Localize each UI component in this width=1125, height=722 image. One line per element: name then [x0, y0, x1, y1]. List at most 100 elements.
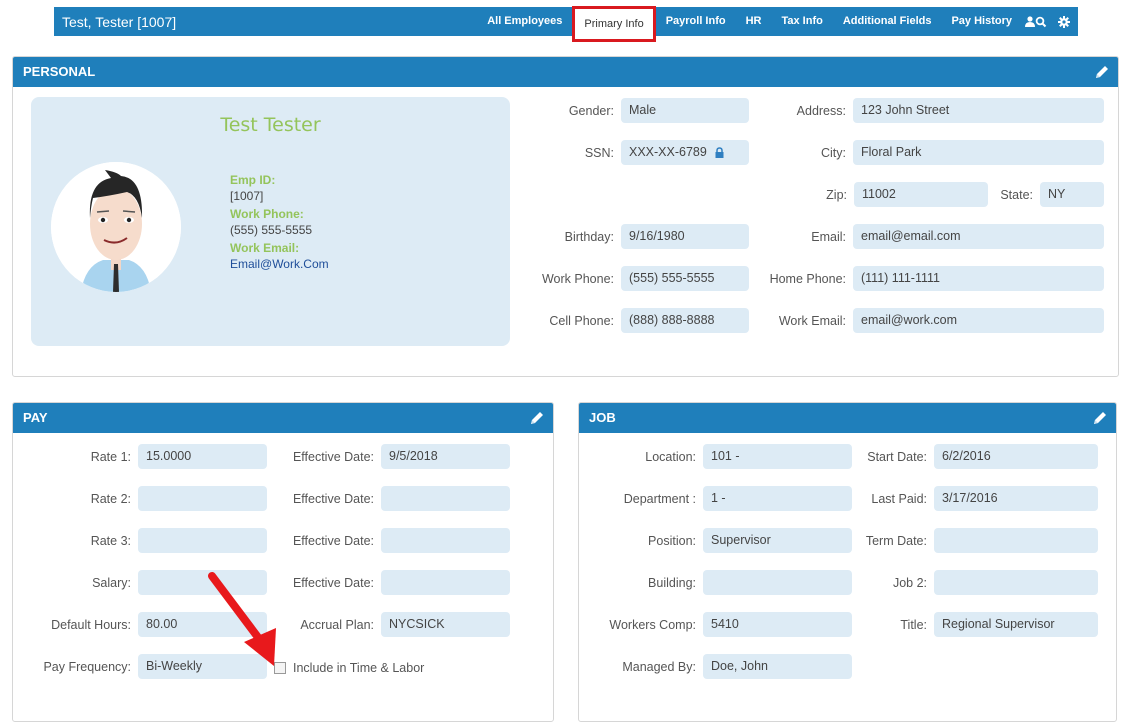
position-field[interactable]: Supervisor	[703, 528, 852, 553]
job-panel-header: JOB	[579, 403, 1116, 433]
avatar	[51, 162, 181, 292]
last-paid-field[interactable]: 3/17/2016	[934, 486, 1098, 511]
field-row-home-phone: Home Phone: (111) 111-1111	[750, 266, 1104, 291]
user-search-icon	[1025, 15, 1047, 27]
work-email-field[interactable]: email@work.com	[853, 308, 1104, 333]
field-row-birthday: Birthday: 9/16/1980	[520, 224, 749, 249]
accrual-plan-field[interactable]: NYCSICK	[381, 612, 510, 637]
tab-primary-info[interactable]: Primary Info	[572, 5, 656, 42]
managed-by-field[interactable]: Doe, John	[703, 654, 852, 679]
field-row-rate2: Rate 2:	[20, 486, 267, 511]
state-field[interactable]: NY	[1040, 182, 1104, 207]
pay-frequency-label: Pay Frequency:	[43, 659, 131, 674]
employee-summary-info: Emp ID: [1007] Work Phone: (555) 555-555…	[230, 169, 329, 271]
field-row-effective-date-3: Effective Date:	[270, 528, 510, 553]
tab-all-employees[interactable]: All Employees	[477, 7, 572, 36]
work-phone-label: Work Phone:	[230, 207, 304, 221]
edit-pencil-icon[interactable]	[1092, 410, 1108, 426]
position-label: Position:	[648, 533, 696, 548]
ssn-value: XXX-XX-6789	[629, 145, 707, 159]
cell-phone-field[interactable]: (888) 888-8888	[621, 308, 749, 333]
field-row-effective-date-2: Effective Date:	[270, 486, 510, 511]
field-row-rate3: Rate 3:	[20, 528, 267, 553]
building-field[interactable]	[703, 570, 852, 595]
rate1-label: Rate 1:	[90, 449, 131, 464]
field-row-department: Department : 1 -	[580, 486, 852, 511]
field-row-term-date: Term Date:	[852, 528, 1098, 553]
ssn-label: SSN:	[584, 145, 614, 160]
department-field[interactable]: 1 -	[703, 486, 852, 511]
building-label: Building:	[648, 575, 696, 590]
field-row-address: Address: 123 John Street	[750, 98, 1104, 123]
settings-button[interactable]	[1050, 7, 1078, 36]
personal-heading: PERSONAL	[23, 64, 96, 79]
work-email-field-label: Work Email:	[778, 313, 846, 328]
edit-pencil-icon[interactable]	[529, 410, 545, 426]
title-field[interactable]: Regional Supervisor	[934, 612, 1098, 637]
emp-id-label: Emp ID:	[230, 173, 276, 187]
field-row-cell-phone: Cell Phone: (888) 888-8888	[520, 308, 749, 333]
personal-panel-header: PERSONAL	[13, 57, 1118, 87]
location-field[interactable]: 101 -	[703, 444, 852, 469]
workers-comp-field[interactable]: 5410	[703, 612, 852, 637]
effective-date-1-label: Effective Date:	[292, 449, 374, 464]
gender-field[interactable]: Male	[621, 98, 749, 123]
pay-heading: PAY	[23, 410, 48, 425]
effective-date-3-field[interactable]	[381, 528, 510, 553]
work-phone-field[interactable]: (555) 555-5555	[621, 266, 749, 291]
employee-full-name: Test Tester	[220, 114, 321, 136]
effective-date-2-label: Effective Date:	[292, 491, 374, 506]
email-field[interactable]: email@email.com	[853, 224, 1104, 249]
edit-pencil-icon[interactable]	[1094, 64, 1110, 80]
birthday-field[interactable]: 9/16/1980	[621, 224, 749, 249]
field-row-accrual-plan: Accrual Plan: NYCSICK	[270, 612, 510, 637]
rate1-field[interactable]: 15.0000	[138, 444, 267, 469]
field-row-work-phone: Work Phone: (555) 555-5555	[520, 266, 749, 291]
field-row-gender: Gender: Male	[520, 98, 749, 123]
work-email-link[interactable]: Email@Work.Com	[230, 257, 329, 271]
red-arrow-annotation	[208, 572, 276, 666]
managed-by-label: Managed By:	[622, 659, 696, 674]
field-row-position: Position: Supervisor	[580, 528, 852, 553]
field-row-work-email: Work Email: email@work.com	[750, 308, 1104, 333]
include-time-labor-checkbox[interactable]: Include in Time & Labor	[274, 661, 424, 675]
field-row-managed-by: Managed By: Doe, John	[580, 654, 852, 679]
employee-header-bar: Test, Tester [1007] All Employees Primar…	[54, 5, 1078, 42]
rate2-field[interactable]	[138, 486, 267, 511]
field-row-job2: Job 2:	[852, 570, 1098, 595]
field-row-rate1: Rate 1: 15.0000	[20, 444, 267, 469]
effective-date-1-field[interactable]: 9/5/2018	[381, 444, 510, 469]
gear-icon	[1058, 15, 1070, 28]
work-phone-value: (555) 555-5555	[230, 223, 313, 237]
field-row-state: State: NY	[988, 182, 1104, 207]
avatar-illustration	[51, 162, 181, 292]
work-phone-field-label: Work Phone:	[541, 271, 614, 286]
tab-hr[interactable]: HR	[736, 7, 772, 36]
tab-pay-history[interactable]: Pay History	[941, 7, 1022, 36]
home-phone-field[interactable]: (111) 111-1111	[853, 266, 1104, 291]
address-field[interactable]: 123 John Street	[853, 98, 1104, 123]
last-paid-label: Last Paid:	[871, 491, 927, 506]
lock-icon	[715, 147, 724, 159]
email-label: Email:	[811, 229, 846, 244]
ssn-field[interactable]: XXX-XX-6789	[621, 140, 749, 165]
user-search-button[interactable]	[1022, 7, 1050, 36]
work-email-label: Work Email:	[230, 241, 300, 255]
tab-payroll-info[interactable]: Payroll Info	[656, 7, 736, 36]
city-field[interactable]: Floral Park	[853, 140, 1104, 165]
term-date-field[interactable]	[934, 528, 1098, 553]
zip-field[interactable]: 11002	[854, 182, 988, 207]
start-date-field[interactable]: 6/2/2016	[934, 444, 1098, 469]
effective-date-4-field[interactable]	[381, 570, 510, 595]
rate3-field[interactable]	[138, 528, 267, 553]
term-date-label: Term Date:	[865, 533, 927, 548]
rate3-label: Rate 3:	[90, 533, 131, 548]
tab-additional-fields[interactable]: Additional Fields	[833, 7, 942, 36]
job2-field[interactable]	[934, 570, 1098, 595]
field-row-location: Location: 101 -	[580, 444, 852, 469]
effective-date-2-field[interactable]	[381, 486, 510, 511]
job-heading: JOB	[589, 410, 616, 425]
field-row-start-date: Start Date: 6/2/2016	[852, 444, 1098, 469]
pay-panel-header: PAY	[13, 403, 553, 433]
tab-tax-info[interactable]: Tax Info	[771, 7, 832, 36]
